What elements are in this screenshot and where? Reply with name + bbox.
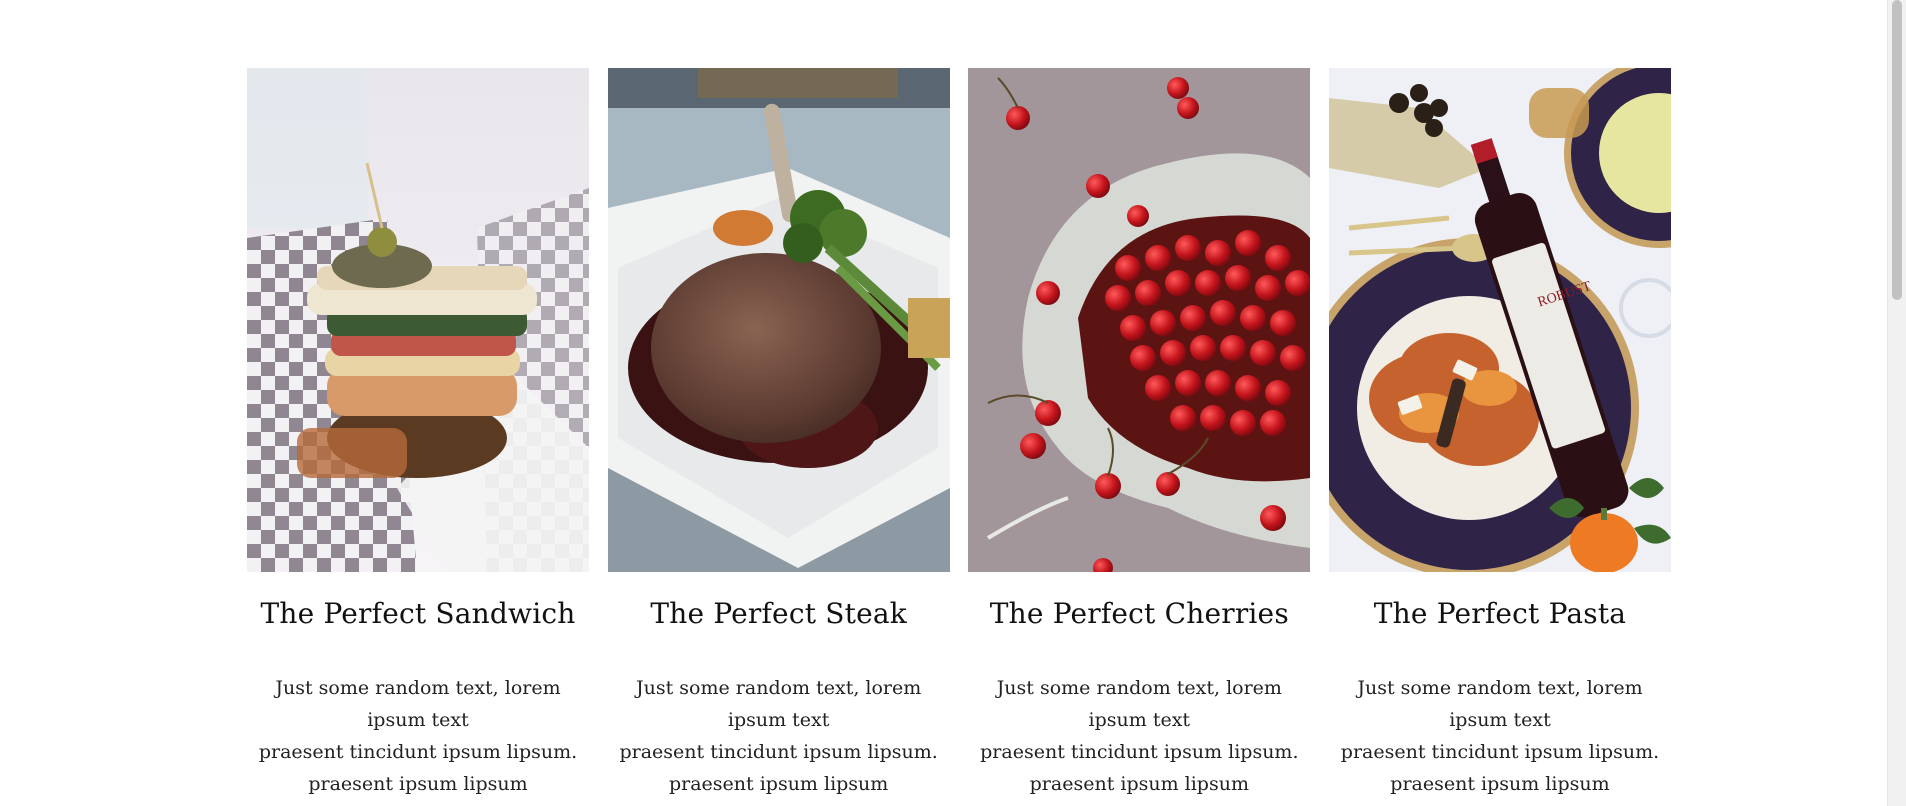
card-title: The Perfect Sandwich	[260, 597, 576, 630]
card-text-line: Just some random text, lorem ipsum text	[996, 677, 1282, 731]
card-text-line: praesent ipsum lipsum	[1390, 773, 1610, 795]
card-cherries: The Perfect Cherries Just some random te…	[968, 68, 1311, 800]
card-description: Just some random text, lorem ipsum text …	[1329, 672, 1671, 800]
card-text-line: praesent tincidunt ipsum lipsum.	[258, 741, 578, 763]
card-text-line: Just some random text, lorem ipsum text	[1357, 677, 1643, 731]
card-description: Just some random text, lorem ipsum text …	[968, 672, 1310, 800]
pasta-illustration: ROBUST	[1328, 68, 1671, 572]
card-text-line: praesent tincidunt ipsum lipsum.	[619, 741, 938, 763]
card-text-line: praesent ipsum lipsum	[668, 773, 889, 795]
card-title: The Perfect Cherries	[989, 597, 1289, 630]
steak-illustration	[607, 68, 950, 572]
card-text-line: praesent ipsum lipsum	[1029, 773, 1249, 795]
vertical-scrollbar[interactable]	[1887, 0, 1906, 806]
card-description: Just some random text, lorem ipsum text …	[247, 672, 589, 800]
card-text-line: praesent tincidunt ipsum lipsum.	[1340, 741, 1660, 763]
card-title: The Perfect Pasta	[1373, 597, 1627, 630]
card-title: The Perfect Steak	[650, 597, 907, 630]
pasta-photo: ROBUST	[1328, 68, 1671, 572]
cherries-photo	[968, 68, 1311, 572]
sandwich-photo	[247, 68, 589, 572]
page: The Perfect Sandwich Just some random te…	[0, 0, 1888, 806]
card-pasta: ROBUST The Perfect Pasta Just some rando…	[1328, 68, 1671, 800]
scrollbar-thumb[interactable]	[1892, 0, 1902, 300]
card-text-line: Just some random text, lorem ipsum text	[636, 677, 922, 731]
card-text-line: praesent ipsum lipsum	[308, 773, 528, 795]
card-text-line: Just some random text, lorem ipsum text	[275, 677, 561, 731]
food-grid: The Perfect Sandwich Just some random te…	[247, 68, 1671, 800]
sandwich-illustration	[247, 68, 589, 572]
card-description: Just some random text, lorem ipsum text …	[608, 672, 950, 800]
card-text-line: praesent tincidunt ipsum lipsum.	[980, 741, 1299, 763]
cherries-illustration	[968, 68, 1311, 572]
card-steak: The Perfect Steak Just some random text,…	[607, 68, 950, 800]
card-sandwich: The Perfect Sandwich Just some random te…	[247, 68, 589, 800]
steak-photo	[607, 68, 950, 572]
